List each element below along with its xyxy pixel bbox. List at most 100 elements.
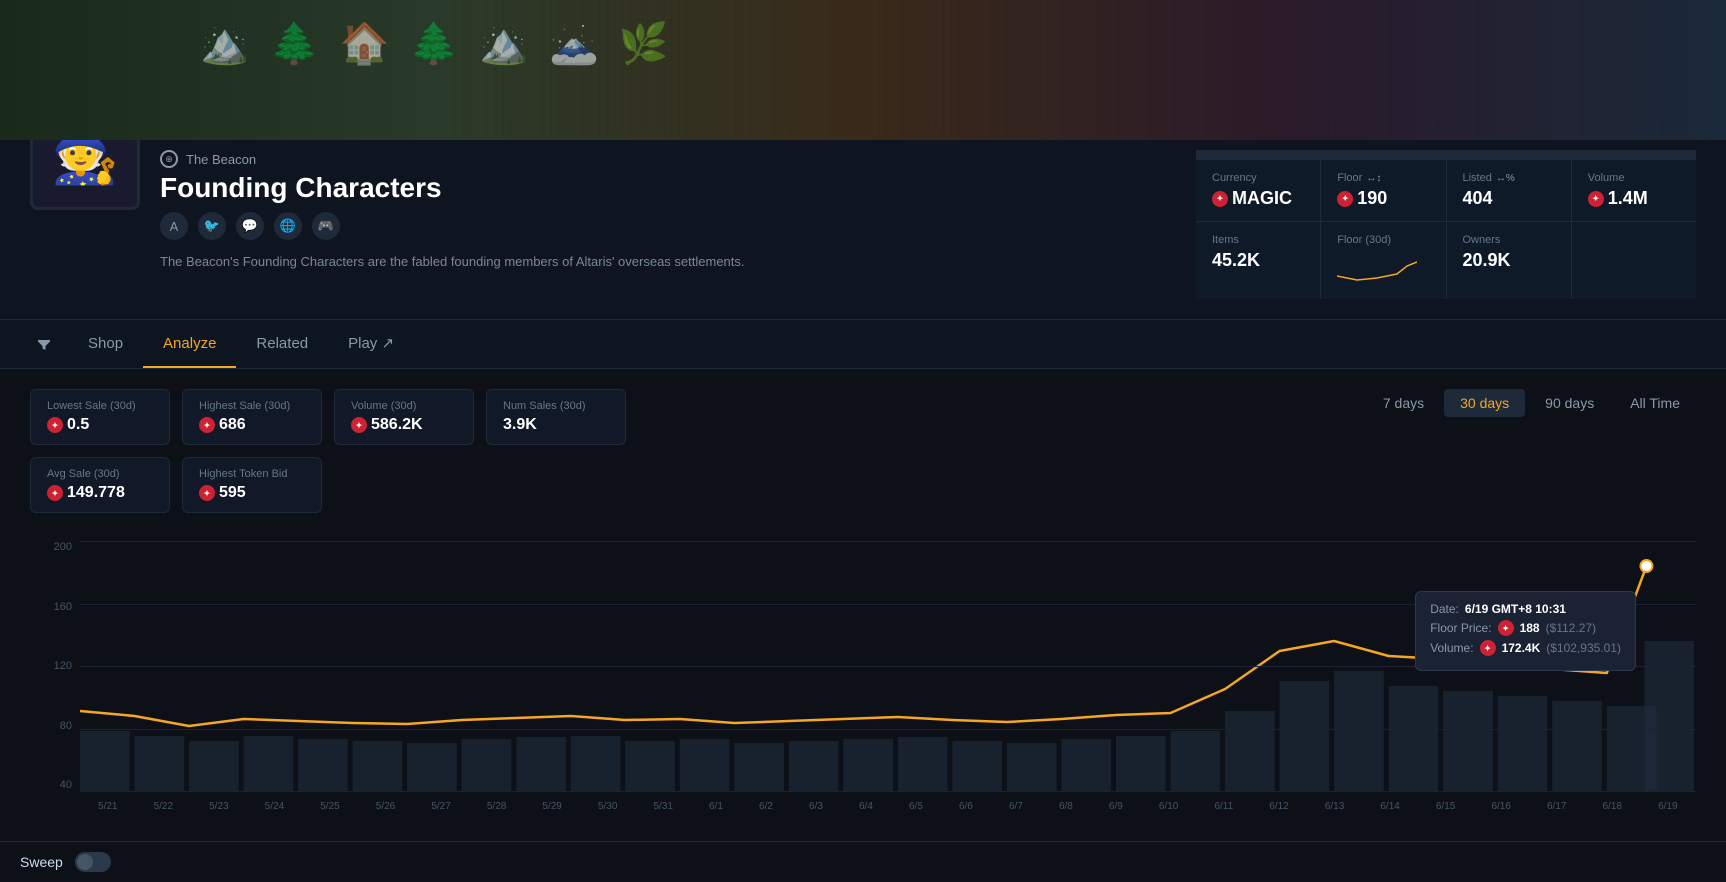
social-link-twitter[interactable]: 🐦 — [198, 212, 226, 240]
tooltip-date-row: Date: 6/19 GMT+8 10:31 — [1430, 602, 1621, 616]
x-label-17: 6/7 — [1009, 801, 1023, 812]
analyze-top-row: Lowest Sale (30d) ✦ 0.5 Highest Sale (30… — [30, 389, 1696, 525]
x-label-29: 6/19 — [1658, 801, 1677, 812]
time-btn-90d[interactable]: 90 days — [1529, 389, 1610, 417]
chart-container: 200 160 120 80 40 — [30, 541, 1696, 821]
collection-title: Founding Characters — [160, 172, 1176, 204]
highest-sale-value: ✦ 686 — [199, 416, 305, 434]
stat-floor-30d: Floor (30d) — [1321, 222, 1445, 299]
collection-header: 🧙 ⊕ The Beacon Founding Characters A 🐦 💬… — [0, 140, 1726, 320]
avg-sale-value: ✦ 149.778 — [47, 484, 153, 502]
stat-owners: Owners 20.9K — [1447, 222, 1571, 299]
num-sales-value: 3.9K — [503, 416, 609, 434]
x-label-11: 6/1 — [709, 801, 723, 812]
time-btn-30d[interactable]: 30 days — [1444, 389, 1525, 417]
analyze-section: Lowest Sale (30d) ✦ 0.5 Highest Sale (30… — [0, 369, 1726, 841]
bid-magic-icon: ✦ — [199, 485, 215, 501]
avg-sale-label: Avg Sale (30d) — [47, 468, 153, 480]
listed-arrows: ↔% — [1496, 173, 1515, 184]
floor-30d-label: Floor (30d) — [1337, 234, 1429, 246]
x-label-12: 6/2 — [759, 801, 773, 812]
time-btn-7d[interactable]: 7 days — [1367, 389, 1440, 417]
highest-bid-label: Highest Token Bid — [199, 468, 305, 480]
listed-value: 404 — [1463, 188, 1555, 209]
x-label-14: 6/4 — [859, 801, 873, 812]
x-label-22: 6/12 — [1269, 801, 1288, 812]
x-label-10: 5/31 — [654, 801, 673, 812]
floor-arrows: ↔↕ — [1366, 173, 1381, 184]
items-value: 45.2K — [1212, 250, 1304, 271]
stat-empty — [1572, 222, 1696, 299]
y-label-200: 200 — [38, 541, 72, 553]
social-link-a[interactable]: A — [160, 212, 188, 240]
stat-items: Items 45.2K — [1196, 222, 1320, 299]
highest-magic-icon: ✦ — [199, 417, 215, 433]
x-label-27: 6/17 — [1547, 801, 1566, 812]
x-label-8: 5/29 — [542, 801, 561, 812]
tab-shop[interactable]: Shop — [68, 320, 143, 368]
y-label-120: 120 — [38, 660, 72, 672]
tooltip-volume-value: 172.4K — [1502, 641, 1541, 655]
owners-label: Owners — [1463, 234, 1555, 246]
y-label-80: 80 — [38, 720, 72, 732]
x-label-4: 5/25 — [320, 801, 339, 812]
social-link-game[interactable]: 🎮 — [312, 212, 340, 240]
x-label-13: 6/3 — [809, 801, 823, 812]
x-label-23: 6/13 — [1325, 801, 1344, 812]
tab-play[interactable]: Play ↗ — [328, 320, 414, 368]
items-label: Items — [1212, 234, 1304, 246]
mini-stat-volume: Volume (30d) ✦ 586.2K — [334, 389, 474, 445]
grid-line-1 — [80, 541, 1696, 542]
currency-label: Currency — [1212, 172, 1304, 184]
stat-listed: Listed ↔% 404 — [1447, 160, 1571, 221]
x-label-2: 5/23 — [209, 801, 228, 812]
x-label-9: 5/30 — [598, 801, 617, 812]
stat-currency: Currency ✦ MAGIC — [1196, 160, 1320, 221]
volume-label: Volume — [1588, 172, 1680, 184]
highest-bid-value: ✦ 595 — [199, 484, 305, 502]
time-btn-all[interactable]: All Time — [1614, 389, 1696, 417]
chart-y-labels: 200 160 120 80 40 — [30, 541, 80, 791]
x-label-15: 6/5 — [909, 801, 923, 812]
x-label-0: 5/21 — [98, 801, 117, 812]
filter-button[interactable] — [20, 320, 68, 368]
toggle-knob — [77, 854, 93, 870]
stats-rows-container: Lowest Sale (30d) ✦ 0.5 Highest Sale (30… — [30, 389, 1367, 525]
highest-sale-label: Highest Sale (30d) — [199, 400, 305, 412]
tooltip-floor-icon: ✦ — [1498, 620, 1514, 636]
sweep-bar: Sweep — [0, 841, 1726, 882]
tooltip-volume-usd: ($102,935.01) — [1546, 641, 1621, 655]
x-label-7: 5/28 — [487, 801, 506, 812]
tooltip-volume-label: Volume: — [1430, 641, 1473, 655]
floor-magic-icon: ✦ — [1337, 191, 1353, 207]
collection-description: The Beacon's Founding Characters are the… — [160, 252, 760, 272]
x-label-19: 6/9 — [1109, 801, 1123, 812]
lowest-sale-label: Lowest Sale (30d) — [47, 400, 153, 412]
time-buttons: 7 days 30 days 90 days All Time — [1367, 389, 1696, 417]
tab-analyze[interactable]: Analyze — [143, 320, 236, 368]
tooltip-date-value: 6/19 GMT+8 10:31 — [1465, 602, 1566, 616]
social-links: A 🐦 💬 🌐 🎮 — [160, 212, 1176, 240]
x-label-28: 6/18 — [1603, 801, 1622, 812]
stat-floor: Floor ↔↕ ✦ 190 — [1321, 160, 1445, 221]
sweep-toggle[interactable] — [75, 852, 111, 872]
floor-value: ✦ 190 — [1337, 188, 1429, 209]
collection-info: ⊕ The Beacon Founding Characters A 🐦 💬 🌐… — [160, 140, 1176, 272]
tooltip-date-label: Date: — [1430, 602, 1459, 616]
chart-x-labels: 5/21 5/22 5/23 5/24 5/25 5/26 5/27 5/28 … — [80, 791, 1696, 821]
tab-related[interactable]: Related — [236, 320, 328, 368]
x-label-26: 6/16 — [1491, 801, 1510, 812]
social-link-discord[interactable]: 💬 — [236, 212, 264, 240]
x-label-21: 6/11 — [1214, 801, 1233, 812]
x-label-20: 6/10 — [1159, 801, 1178, 812]
grid-line-4 — [80, 729, 1696, 730]
volume-value: ✦ 1.4M — [1588, 188, 1680, 209]
stats-row-2: Avg Sale (30d) ✦ 149.778 Highest Token B… — [30, 457, 1367, 513]
x-label-16: 6/6 — [959, 801, 973, 812]
beacon-icon: ⊕ — [160, 150, 178, 168]
y-label-40: 40 — [38, 779, 72, 791]
collection-brand: ⊕ The Beacon — [160, 150, 1176, 168]
listed-label: Listed ↔% — [1463, 172, 1555, 184]
volume-magic-icon: ✦ — [1588, 191, 1604, 207]
social-link-web[interactable]: 🌐 — [274, 212, 302, 240]
